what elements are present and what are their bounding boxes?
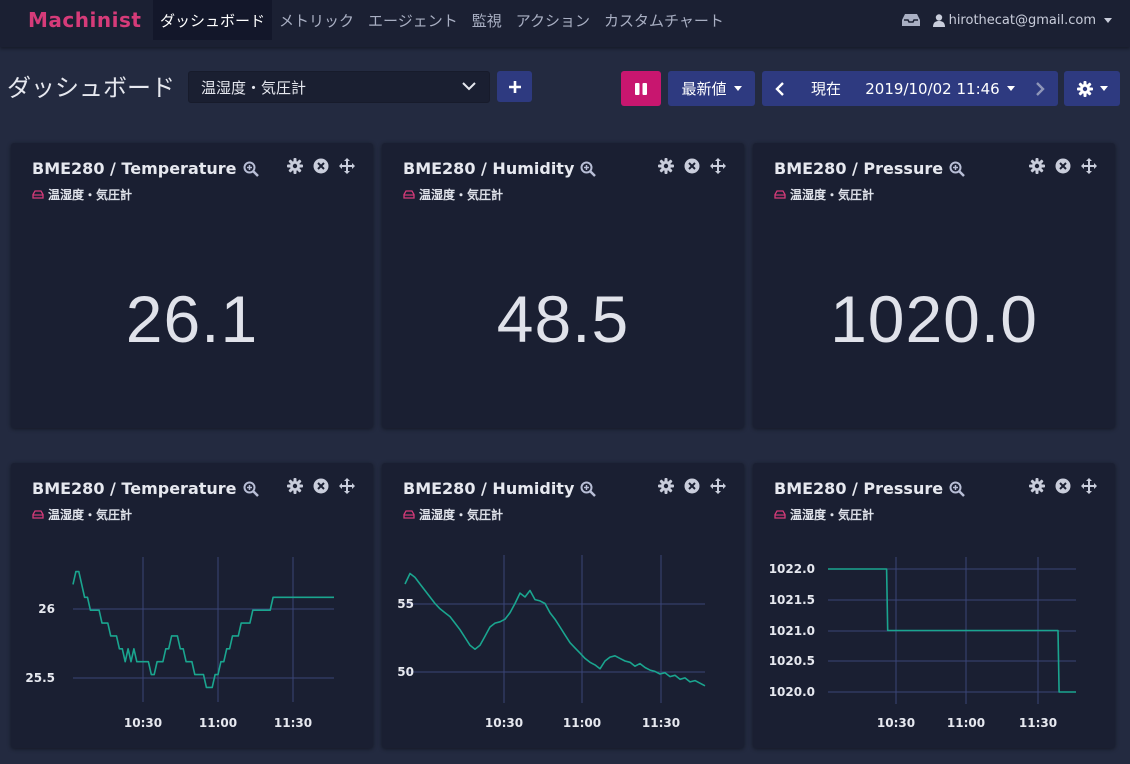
x-tick-label: 10:30 — [877, 716, 915, 730]
agent-icon — [32, 190, 44, 199]
temperature-line-chart: 26 25.5 10:30 11:00 11:30 — [25, 557, 334, 730]
chart-card-pressure: BME280 / Pressure 温湿度・気圧計 1022.0 1021.5 10… — [753, 463, 1115, 748]
chevron-left-icon — [775, 81, 784, 96]
gear-icon[interactable] — [658, 158, 674, 174]
gear-icon[interactable] — [1029, 158, 1045, 174]
zoom-icon[interactable] — [580, 161, 597, 177]
user-email: hirothecat@gmail.com — [948, 12, 1096, 28]
series-line — [404, 572, 706, 687]
plus-icon — [508, 80, 521, 93]
prev-time-button[interactable] — [762, 71, 798, 106]
value-card-temperature: BME280 / Temperature 温湿度・気圧計 26.1 — [11, 143, 373, 428]
y-tick-label: 1020.5 — [769, 654, 815, 668]
move-icon[interactable] — [710, 158, 726, 174]
nav-custom-charts[interactable]: カスタムチャート — [597, 0, 731, 40]
agent-icon — [403, 190, 415, 199]
metric-value: 1020.0 — [830, 282, 1038, 356]
chart-card-humidity: BME280 / Humidity 温湿度・気圧計 55 50 10:30 11:00… — [382, 463, 744, 748]
nav-agents[interactable]: エージェント — [361, 0, 465, 40]
chevron-right-icon — [1036, 81, 1045, 96]
y-tick-label: 26 — [38, 602, 55, 616]
humidity-line-chart: 55 50 10:30 11:00 11:30 — [397, 555, 706, 730]
latest-value-dropdown[interactable]: 最新値 — [668, 71, 755, 106]
nav-right: hirothecat@gmail.com — [901, 0, 1112, 40]
page-title: ダッシュボード — [7, 74, 175, 102]
dashboard-select-value: 温湿度・気圧計 — [201, 78, 307, 97]
chart-grid — [405, 555, 705, 703]
nav-dashboard[interactable]: ダッシュボード — [153, 0, 273, 40]
card-title: BME280 / Temperature — [32, 159, 237, 178]
brand-logo[interactable]: Machinist — [28, 8, 141, 32]
latest-value-label: 最新値 — [681, 80, 727, 98]
nav-monitoring[interactable]: 監視 — [465, 0, 509, 40]
value-card-humidity: BME280 / Humidity 温湿度・気圧計 48.5 — [382, 143, 744, 428]
pause-button[interactable] — [621, 71, 661, 106]
x-tick-label: 11:30 — [642, 716, 680, 730]
x-tick-label: 11:00 — [947, 716, 985, 730]
datetime-value: 2019/10/02 11:46 — [865, 79, 1000, 98]
now-button[interactable]: 現在 — [798, 71, 854, 106]
nav-actions[interactable]: アクション — [509, 0, 597, 40]
x-tick-label: 11:00 — [563, 716, 601, 730]
dashboard-select[interactable]: 温湿度・気圧計 — [188, 71, 490, 103]
y-tick-label: 55 — [397, 597, 414, 611]
y-tick-label: 25.5 — [25, 671, 55, 685]
time-navigation: 現在 2019/10/02 11:46 — [762, 71, 1058, 106]
inbox-icon[interactable] — [901, 13, 921, 27]
caret-down-icon — [1104, 17, 1112, 23]
move-icon[interactable] — [339, 158, 355, 174]
pressure-line-chart: 1022.0 1021.5 1021.0 1020.5 1020.0 10:30 11:00… — [769, 557, 1076, 730]
y-tick-label: 50 — [397, 665, 414, 679]
next-time-button[interactable] — [1022, 71, 1058, 106]
add-dashboard-button[interactable] — [497, 71, 532, 102]
card-agent: 温湿度・気圧計 — [790, 188, 875, 202]
series-line — [72, 570, 334, 689]
chart-grid — [73, 557, 334, 702]
top-navbar: Machinist ダッシュボード メトリック エージェント 監視 アクション … — [0, 0, 1130, 47]
y-tick-label: 1021.0 — [769, 624, 815, 638]
chevron-down-icon — [462, 82, 476, 91]
close-circle-icon[interactable] — [313, 158, 329, 174]
card-title: BME280 / Pressure — [774, 159, 944, 178]
chart-card-temperature: BME280 / Temperature 温湿度・気圧計 26 25.5 10:30… — [11, 463, 373, 748]
y-tick-label: 1020.0 — [769, 685, 815, 699]
card-tools — [277, 158, 355, 174]
datetime-dropdown[interactable]: 2019/10/02 11:46 — [858, 71, 1022, 106]
x-tick-label: 11:00 — [199, 716, 237, 730]
x-tick-label: 10:30 — [124, 716, 162, 730]
user-icon — [932, 13, 945, 27]
metric-value: 48.5 — [496, 282, 630, 356]
x-tick-label: 10:30 — [485, 716, 523, 730]
caret-down-icon — [733, 86, 742, 91]
gear-icon[interactable] — [287, 158, 303, 174]
metric-value: 26.1 — [125, 282, 259, 356]
value-card-pressure: BME280 / Pressure 温湿度・気圧計 1020.0 — [753, 143, 1115, 428]
pause-icon — [635, 82, 647, 95]
caret-down-icon — [1006, 86, 1015, 91]
card-agent: 温湿度・気圧計 — [419, 188, 504, 202]
y-tick-label: 1022.0 — [769, 562, 815, 576]
card-tools — [1019, 158, 1097, 174]
agent-icon — [774, 190, 786, 199]
card-agent: 温湿度・気圧計 — [48, 188, 133, 202]
zoom-icon[interactable] — [243, 161, 259, 177]
user-menu[interactable]: hirothecat@gmail.com — [932, 12, 1112, 28]
gear-icon — [1076, 80, 1093, 97]
x-tick-label: 11:30 — [274, 716, 312, 730]
card-tools — [648, 158, 726, 174]
close-circle-icon[interactable] — [684, 158, 700, 174]
x-tick-label: 11:30 — [1019, 716, 1057, 730]
nav-metrics[interactable]: メトリック — [272, 0, 361, 40]
caret-down-icon — [1099, 86, 1108, 91]
zoom-icon[interactable] — [949, 161, 965, 177]
settings-dropdown[interactable] — [1064, 71, 1120, 106]
move-icon[interactable] — [1081, 158, 1097, 174]
y-tick-label: 1021.5 — [769, 593, 815, 607]
card-title: BME280 / Humidity — [403, 159, 575, 178]
close-circle-icon[interactable] — [1055, 158, 1071, 174]
main-nav: ダッシュボード メトリック エージェント 監視 アクション カスタムチャート — [153, 0, 731, 47]
